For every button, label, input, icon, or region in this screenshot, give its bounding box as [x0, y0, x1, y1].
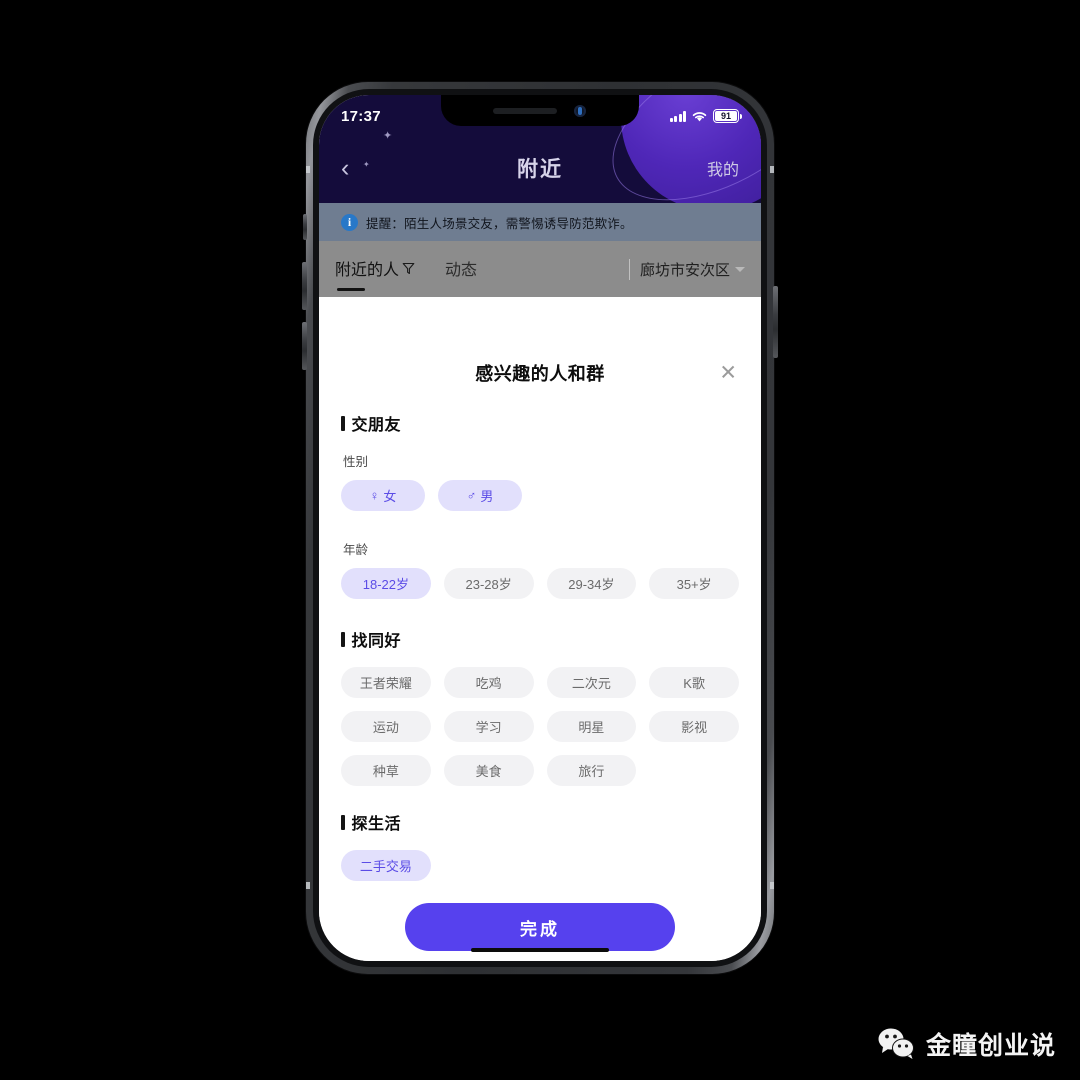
chip-label: 35+岁	[676, 577, 712, 592]
chip-label: K歌	[683, 676, 705, 691]
phone-device-frame: ✦ ✦ ✦ 17:37	[306, 82, 774, 974]
chip-label: 王者荣耀	[359, 676, 412, 691]
wifi-icon	[692, 111, 707, 121]
life-chip-grid: 二手交易	[341, 850, 739, 881]
chip-label: 23-28岁	[465, 577, 512, 592]
chip-age-18-22[interactable]: 18-22岁	[341, 568, 431, 599]
phone-screen: ✦ ✦ ✦ 17:37	[319, 95, 761, 961]
chip-label: 18-22岁	[362, 577, 409, 592]
info-icon: i	[341, 213, 358, 231]
battery-icon: 91	[713, 109, 742, 123]
age-chip-grid: 18-22岁 23-28岁 29-34岁 35+岁	[341, 568, 739, 599]
cellular-signal-icon	[669, 110, 686, 122]
chip-age-35-plus[interactable]: 35+岁	[649, 568, 739, 599]
antenna-line	[306, 166, 310, 173]
chip-interest-honor-of-kings[interactable]: 王者荣耀	[341, 667, 431, 698]
tab-moments[interactable]: 动态	[445, 256, 477, 282]
section-title: 交朋友	[351, 417, 402, 434]
chip-label: 旅行	[578, 764, 605, 779]
chip-interest-food[interactable]: 美食	[443, 755, 534, 786]
chip-label: 影视	[681, 720, 708, 735]
tab-active-underline	[337, 287, 365, 291]
wechat-logo-icon	[878, 1028, 914, 1059]
close-icon[interactable]: ✕	[719, 363, 737, 384]
tab-nearby-people-label: 附近的人	[335, 262, 400, 279]
chip-age-23-28[interactable]: 23-28岁	[443, 568, 534, 599]
venus-icon: ♀	[369, 488, 380, 503]
chip-label: 二手交易	[359, 859, 412, 874]
phone-notch	[441, 95, 639, 126]
section-title: 探生活	[351, 816, 402, 833]
page-title: 附近	[517, 158, 563, 181]
sheet-header: 感兴趣的人和群 ✕	[341, 341, 739, 405]
chip-interest-anime[interactable]: 二次元	[546, 667, 637, 698]
watermark: 金瞳创业说	[877, 1026, 1056, 1062]
antenna-line	[770, 166, 774, 173]
chip-life-secondhand-trade[interactable]: 二手交易	[341, 850, 431, 881]
antenna-line	[306, 882, 310, 889]
safety-warning-text: 提醒：陌生人场景交友，需警惕诱导防范欺诈。	[366, 216, 633, 231]
field-label-age: 年龄	[343, 543, 369, 557]
section-header-explore-life: 探生活	[341, 810, 739, 834]
filter-funnel-icon[interactable]	[402, 262, 415, 275]
done-button[interactable]: 完成	[405, 903, 675, 951]
location-selector[interactable]: 廊坊市安次区	[628, 258, 745, 280]
location-label: 廊坊市安次区	[639, 261, 730, 279]
chip-label: 明星	[578, 720, 605, 735]
mute-switch-button[interactable]	[303, 214, 307, 240]
status-bar-right-icons: 91	[669, 109, 742, 123]
chip-interest-sports[interactable]: 运动	[341, 711, 431, 742]
chip-label: 学习	[475, 720, 502, 735]
earpiece-speaker-icon	[493, 108, 557, 114]
done-button-wrapper: 完成	[341, 903, 739, 951]
screenshot-canvas: ✦ ✦ ✦ 17:37	[0, 0, 1080, 1080]
chip-interest-karaoke[interactable]: K歌	[649, 667, 739, 698]
chip-age-29-34[interactable]: 29-34岁	[546, 568, 637, 599]
mars-icon: ♂	[466, 488, 477, 503]
section-accent-bar	[341, 631, 345, 647]
chip-interest-shopping-rec[interactable]: 种草	[341, 755, 431, 786]
chip-label: 运动	[372, 720, 399, 735]
interest-filter-sheet: 感兴趣的人和群 ✕ 交朋友 性别 ♀ 女 ♂ 男 年龄 18-22岁 23-28…	[319, 341, 761, 961]
section-header-find-peers: 找同好	[341, 627, 739, 651]
home-indicator[interactable]	[471, 947, 609, 952]
chip-interest-pubg[interactable]: 吃鸡	[443, 667, 534, 698]
volume-up-button[interactable]	[302, 262, 307, 310]
chip-label: 女	[383, 489, 397, 504]
section-title: 找同好	[351, 633, 402, 650]
tab-nearby-people[interactable]: 附近的人	[335, 256, 415, 291]
mine-link[interactable]: 我的	[707, 156, 739, 180]
volume-down-button[interactable]	[302, 322, 307, 370]
chip-gender-male[interactable]: ♂ 男	[438, 480, 522, 511]
watermark-text: 金瞳创业说	[925, 1032, 1056, 1060]
antenna-line	[770, 882, 774, 889]
front-camera-icon	[574, 105, 586, 117]
battery-percent-label: 91	[720, 111, 731, 121]
app-navbar: ‹ 附近 我的	[319, 133, 761, 203]
section-header-make-friends: 交朋友	[341, 411, 739, 435]
gender-chip-row: ♀ 女 ♂ 男	[341, 480, 739, 511]
field-label-gender: 性别	[343, 455, 369, 469]
sheet-title: 感兴趣的人和群	[475, 364, 605, 384]
safety-warning-banner: i 提醒：陌生人场景交友，需警惕诱导防范欺诈。	[319, 203, 761, 241]
chip-interest-travel[interactable]: 旅行	[546, 755, 637, 786]
chip-label: 种草	[372, 764, 399, 779]
chip-gender-female[interactable]: ♀ 女	[341, 480, 425, 511]
tab-moments-label: 动态	[445, 262, 478, 279]
chip-label: 吃鸡	[475, 676, 502, 691]
chip-label: 美食	[475, 764, 502, 779]
tab-strip: 附近的人 动态 廊坊市安次区	[319, 241, 761, 297]
section-accent-bar	[341, 814, 345, 830]
section-accent-bar	[341, 415, 345, 431]
chip-label: 男	[480, 489, 494, 504]
interest-chip-grid: 王者荣耀 吃鸡 二次元 K歌 运动 学习 明星 影视 种草 美食 旅行	[341, 667, 739, 786]
chevron-down-icon	[735, 266, 745, 272]
chip-interest-celebrity[interactable]: 明星	[546, 711, 637, 742]
status-time: 17:37	[341, 107, 381, 125]
chip-label: 二次元	[571, 676, 611, 691]
chip-label: 29-34岁	[568, 577, 615, 592]
chip-interest-film-tv[interactable]: 影视	[649, 711, 739, 742]
power-button[interactable]	[773, 286, 778, 358]
chip-interest-study[interactable]: 学习	[443, 711, 534, 742]
